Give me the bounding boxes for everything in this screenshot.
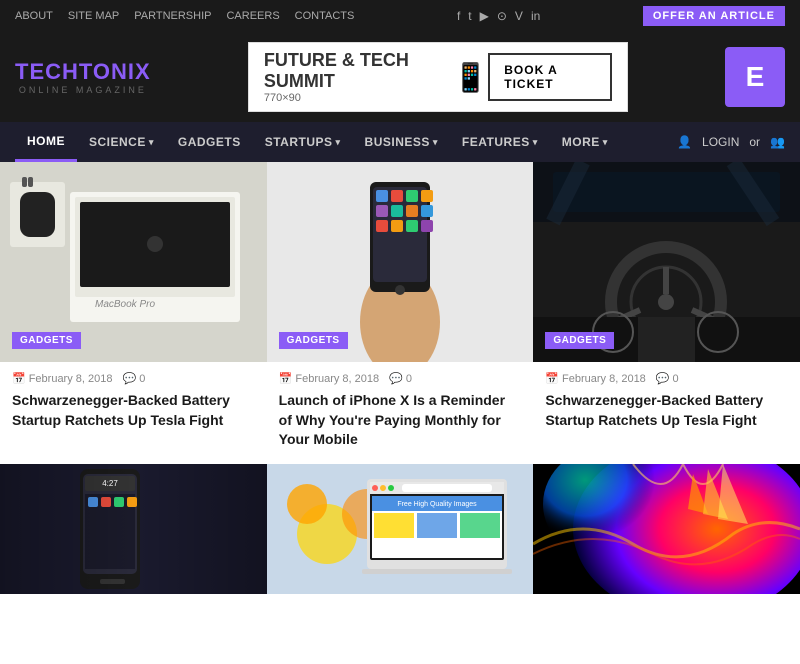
top-bar: ABOUT SITE MAP PARTNERSHIP CAREERS CONTA… — [0, 0, 800, 32]
book-ticket-button[interactable]: BOOK A TICKET — [488, 53, 612, 101]
nav-more[interactable]: MORE ▾ — [550, 122, 620, 162]
register-icon[interactable]: 👥 — [770, 135, 785, 149]
nav-features[interactable]: FEATURES ▾ — [450, 122, 550, 162]
article-card-5[interactable]: Free High Quality Images — [267, 464, 534, 664]
instagram-icon[interactable]: ⊙ — [497, 9, 507, 23]
abstract-illustration — [533, 464, 800, 594]
article-card-3[interactable]: GADGETS 📅 February 8, 2018 💬 0 Schwarzen… — [533, 162, 800, 464]
card-body-2: 📅 February 8, 2018 💬 0 Launch of iPhone … — [267, 362, 534, 464]
card-meta-1: 📅 February 8, 2018 💬 0 — [12, 372, 255, 385]
calendar-icon-1: 📅 February 8, 2018 — [12, 372, 112, 385]
sitemap-link[interactable]: SITE MAP — [68, 10, 119, 22]
nav-startups[interactable]: STARTUPS ▾ — [253, 122, 353, 162]
category-badge-1: GADGETS — [12, 332, 81, 349]
facebook-icon[interactable]: f — [457, 9, 460, 23]
offer-article-button[interactable]: OFFER AN ARTICLE — [643, 6, 785, 26]
about-link[interactable]: ABOUT — [15, 10, 53, 22]
banner-advertisement: FUTURE & TECH SUMMIT 770×90 📱 BOOK A TIC… — [248, 42, 628, 112]
article-grid-row1: MacBook Pro GADGETS 📅 February 8, 2018 💬… — [0, 162, 800, 464]
category-badge-2: GADGETS — [279, 332, 348, 349]
card-title-3: Schwarzenegger-Backed Battery Startup Ra… — [545, 391, 788, 430]
article-card-6[interactable] — [533, 464, 800, 664]
logo[interactable]: TECHTONIX — [15, 59, 151, 85]
card-image-4: 4:27 — [0, 464, 267, 664]
partnership-link[interactable]: PARTNERSHIP — [134, 10, 211, 22]
elementor-letter: E — [746, 61, 765, 93]
card-image-5: Free High Quality Images — [267, 464, 534, 664]
svg-text:MacBook Pro: MacBook Pro — [95, 299, 155, 310]
nav-science[interactable]: SCIENCE ▾ — [77, 122, 166, 162]
calendar-icon-3: 📅 February 8, 2018 — [545, 372, 645, 385]
svg-text:Free High Quality Images: Free High Quality Images — [397, 501, 477, 508]
article-card-2[interactable]: GADGETS 📅 February 8, 2018 💬 0 Launch of… — [267, 162, 534, 464]
logo-subtitle: ONLINE MAGAZINE — [15, 85, 151, 95]
banner-phone-icon: 📱 — [453, 61, 488, 94]
laptop-illustration: Free High Quality Images — [267, 464, 534, 594]
card-title-2: Launch of iPhone X Is a Reminder of Why … — [279, 391, 522, 450]
card-title-1: Schwarzenegger-Backed Battery Startup Ra… — [12, 391, 255, 430]
top-bar-nav: ABOUT SITE MAP PARTNERSHIP CAREERS CONTA… — [15, 10, 354, 22]
contacts-link[interactable]: CONTACTS — [295, 10, 355, 22]
banner-content: FUTURE & TECH SUMMIT 770×90 — [264, 50, 454, 104]
social-icons: f t ▶ ⊙ V in — [457, 9, 540, 23]
comments-icon-2: 💬 0 — [389, 372, 412, 385]
or-label: or — [749, 135, 760, 149]
logo-area: TECHTONIX ONLINE MAGAZINE — [15, 59, 151, 95]
login-icon: 👤 — [677, 135, 692, 149]
category-badge-3: GADGETS — [545, 332, 614, 349]
nav-business[interactable]: BUSINESS ▾ — [353, 122, 450, 162]
nav-items: HOME SCIENCE ▾ GADGETS STARTUPS ▾ BUSINE… — [15, 122, 620, 162]
card-image-6 — [533, 464, 800, 664]
samsung-illustration: 4:27 — [0, 464, 267, 594]
vimeo-icon[interactable]: V — [515, 9, 523, 23]
calendar-icon-2: 📅 February 8, 2018 — [279, 372, 379, 385]
article-card-1[interactable]: MacBook Pro GADGETS 📅 February 8, 2018 💬… — [0, 162, 267, 464]
comments-icon-3: 💬 0 — [656, 372, 679, 385]
linkedin-icon[interactable]: in — [531, 9, 540, 23]
nav-gadgets[interactable]: GADGETS — [166, 122, 253, 162]
nav-home[interactable]: HOME — [15, 122, 77, 162]
article-card-4[interactable]: 4:27 — [0, 464, 267, 664]
careers-link[interactable]: CAREERS — [226, 10, 279, 22]
card-body-3: 📅 February 8, 2018 💬 0 Schwarzenegger-Ba… — [533, 362, 800, 444]
header: TECHTONIX ONLINE MAGAZINE FUTURE & TECH … — [0, 32, 800, 122]
article-grid-row2: 4:27 — [0, 464, 800, 664]
logo-part1: TECHTO — [15, 59, 111, 84]
nav-auth: 👤 LOGIN or 👥 — [677, 135, 785, 149]
card-meta-3: 📅 February 8, 2018 💬 0 — [545, 372, 788, 385]
comments-icon-1: 💬 0 — [122, 372, 145, 385]
card-body-1: 📅 February 8, 2018 💬 0 Schwarzenegger-Ba… — [0, 362, 267, 444]
elementor-badge[interactable]: E — [725, 47, 785, 107]
card-meta-2: 📅 February 8, 2018 💬 0 — [279, 372, 522, 385]
banner-size: 770×90 — [264, 92, 454, 104]
logo-part2: NIX — [111, 59, 151, 84]
youtube-icon[interactable]: ▶ — [480, 9, 489, 23]
navigation: HOME SCIENCE ▾ GADGETS STARTUPS ▾ BUSINE… — [0, 122, 800, 162]
banner-title: FUTURE & TECH SUMMIT — [264, 50, 454, 92]
login-button[interactable]: LOGIN — [702, 135, 739, 149]
twitter-icon[interactable]: t — [468, 9, 471, 23]
